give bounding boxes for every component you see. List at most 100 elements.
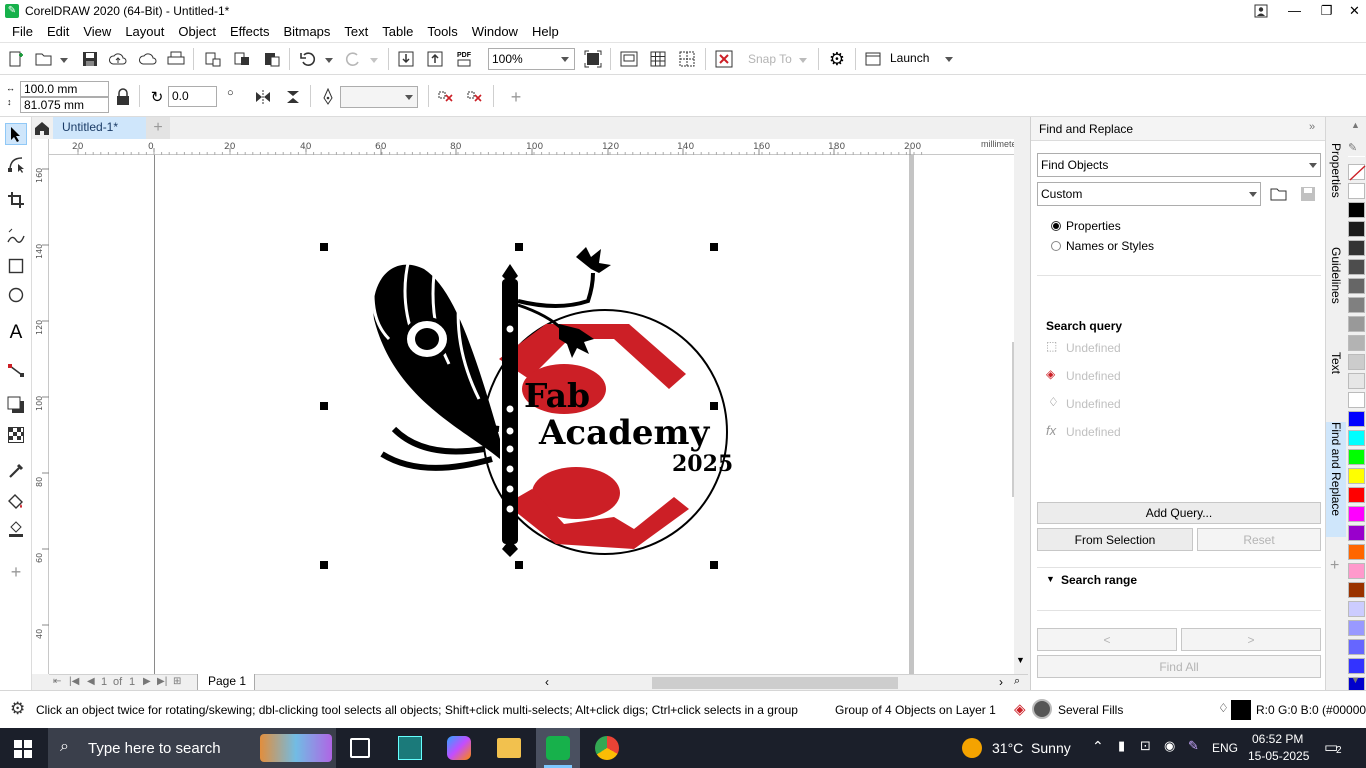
battery-icon[interactable]: ▮: [1118, 738, 1125, 754]
outline-width-dropdown-icon[interactable]: [405, 95, 413, 100]
pen-outline-icon[interactable]: [318, 87, 338, 107]
export-arrow-icon[interactable]: [425, 49, 445, 69]
clock-date[interactable]: 15-05-2025: [1248, 749, 1309, 763]
save-query-icon[interactable]: [1298, 184, 1318, 204]
eyedropper-tool-icon[interactable]: [5, 460, 27, 482]
menu-window[interactable]: Window: [465, 21, 525, 43]
new-document-icon[interactable]: [6, 49, 26, 69]
from-selection-button[interactable]: From Selection: [1037, 528, 1193, 551]
menu-view[interactable]: View: [76, 21, 118, 43]
vertical-scrollbar[interactable]: ▼: [1014, 139, 1028, 674]
last-page-icon[interactable]: ▶|: [157, 676, 167, 687]
menu-tools[interactable]: Tools: [420, 21, 464, 43]
palette-swatch[interactable]: [1348, 468, 1365, 484]
add-query-button[interactable]: Add Query...: [1037, 502, 1321, 524]
add-page-icon[interactable]: ⊞: [173, 676, 181, 687]
language-indicator[interactable]: ENG: [1212, 741, 1238, 755]
palette-eyedropper-icon[interactable]: ✎: [1348, 141, 1365, 157]
palette-swatch[interactable]: [1348, 449, 1365, 465]
palette-swatch[interactable]: [1348, 335, 1365, 351]
palette-swatch[interactable]: [1348, 354, 1365, 370]
outline-color-swatch[interactable]: [1231, 700, 1251, 720]
copilot-icon[interactable]: [447, 736, 471, 760]
smart-fill-icon[interactable]: [5, 519, 27, 541]
palette-swatch[interactable]: [1348, 373, 1365, 389]
palette-swatch[interactable]: [1348, 582, 1365, 598]
print-icon[interactable]: [166, 49, 186, 69]
palette-swatch[interactable]: [1348, 297, 1365, 313]
add-docker-icon[interactable]: +: [1330, 557, 1339, 575]
tray-chevron-up-icon[interactable]: ⌃: [1092, 738, 1104, 755]
palette-scroll-down-icon[interactable]: ▼: [1351, 675, 1360, 685]
task-view-icon[interactable]: [350, 738, 370, 758]
no-color-swatch[interactable]: [1348, 164, 1366, 181]
vertical-ruler[interactable]: 160 140 120 100 80 60 40: [32, 139, 49, 674]
selection-handle[interactable]: [320, 402, 328, 410]
ellipse-tool-icon[interactable]: [5, 284, 27, 306]
palette-swatch[interactable]: [1348, 601, 1365, 617]
palette-swatch[interactable]: [1348, 259, 1365, 275]
palette-swatch[interactable]: [1348, 278, 1365, 294]
interactive-fill-icon[interactable]: [5, 490, 27, 512]
horizontal-ruler[interactable]: 20 0 20 40 60 80 100 120 140 160 180 200 millimeter…: [49, 139, 1028, 155]
preset-select[interactable]: Custom: [1037, 182, 1261, 206]
coreldraw-taskbar-button[interactable]: [536, 728, 580, 768]
scroll-right-icon[interactable]: ›: [999, 675, 1003, 689]
account-icon[interactable]: [1244, 0, 1277, 21]
menu-layout[interactable]: Layout: [118, 21, 171, 43]
zoom-dropdown-icon[interactable]: [561, 57, 569, 62]
rotation-field[interactable]: 0.0: [168, 86, 217, 107]
docker-expand-icon[interactable]: »: [1309, 121, 1315, 133]
app-icon-teal[interactable]: [398, 736, 422, 760]
radio-properties[interactable]: [1051, 221, 1061, 231]
prev-page-first-icon[interactable]: |◀: [69, 676, 79, 687]
undo-icon[interactable]: [298, 49, 318, 69]
import-arrow-icon[interactable]: [396, 49, 416, 69]
new-tab-icon[interactable]: +: [146, 117, 170, 139]
close-button[interactable]: ✕: [1338, 0, 1366, 21]
gear-icon[interactable]: ⚙: [827, 49, 847, 69]
status-gear-icon[interactable]: ⚙: [10, 699, 25, 719]
windows-start-icon[interactable]: [14, 740, 32, 761]
selection-handle[interactable]: [515, 561, 523, 569]
zoom-corner-icon[interactable]: ⌕: [1014, 675, 1020, 688]
redo-icon[interactable]: [343, 49, 363, 69]
chrome-icon[interactable]: [595, 736, 619, 760]
save-icon[interactable]: [80, 49, 100, 69]
launch-label[interactable]: Launch: [890, 51, 929, 65]
tab-find-and-replace[interactable]: Find and Replace: [1326, 422, 1346, 537]
redo-dropdown-icon[interactable]: [370, 58, 378, 63]
palette-swatch[interactable]: [1348, 411, 1365, 427]
launch-dropdown-icon[interactable]: [945, 57, 953, 62]
transparency-tool-icon[interactable]: [5, 424, 27, 446]
snap-dropdown-icon[interactable]: [799, 58, 807, 63]
weather-text[interactable]: 31°C Sunny: [992, 740, 1071, 756]
palette-swatch[interactable]: [1348, 487, 1365, 503]
zoom-to-page-icon[interactable]: [583, 49, 603, 69]
palette-swatch[interactable]: [1348, 658, 1365, 674]
lock-ratio-icon[interactable]: [113, 87, 133, 107]
pen-icon[interactable]: ✎: [1188, 738, 1199, 754]
selection-handle[interactable]: [515, 243, 523, 251]
cloud-upload-icon[interactable]: [108, 49, 128, 69]
find-type-dropdown-icon[interactable]: [1309, 163, 1317, 168]
find-next-button[interactable]: >: [1181, 628, 1321, 651]
tab-properties[interactable]: Properties: [1326, 143, 1346, 223]
reset-button[interactable]: Reset: [1197, 528, 1321, 551]
palette-swatch[interactable]: [1348, 544, 1365, 560]
tab-text[interactable]: Text: [1326, 352, 1346, 400]
selection-handle[interactable]: [320, 243, 328, 251]
mirror-vertical-icon[interactable]: [283, 87, 303, 107]
page-1-tab[interactable]: Page 1: [197, 674, 255, 691]
tab-untitled-1[interactable]: Untitled-1*: [53, 117, 146, 139]
open-query-icon[interactable]: [1269, 184, 1289, 204]
undo-dropdown-icon[interactable]: [325, 58, 333, 63]
snap-off-icon[interactable]: [714, 49, 734, 69]
home-icon[interactable]: [32, 117, 52, 139]
full-screen-icon[interactable]: [619, 49, 639, 69]
object-height-field[interactable]: 81.075 mm: [20, 97, 109, 113]
add-tool-icon[interactable]: +: [5, 561, 27, 583]
palette-swatch[interactable]: [1348, 430, 1365, 446]
selection-handle[interactable]: [710, 402, 718, 410]
taskbar-search-box[interactable]: ⌕ Type here to search: [48, 728, 336, 768]
